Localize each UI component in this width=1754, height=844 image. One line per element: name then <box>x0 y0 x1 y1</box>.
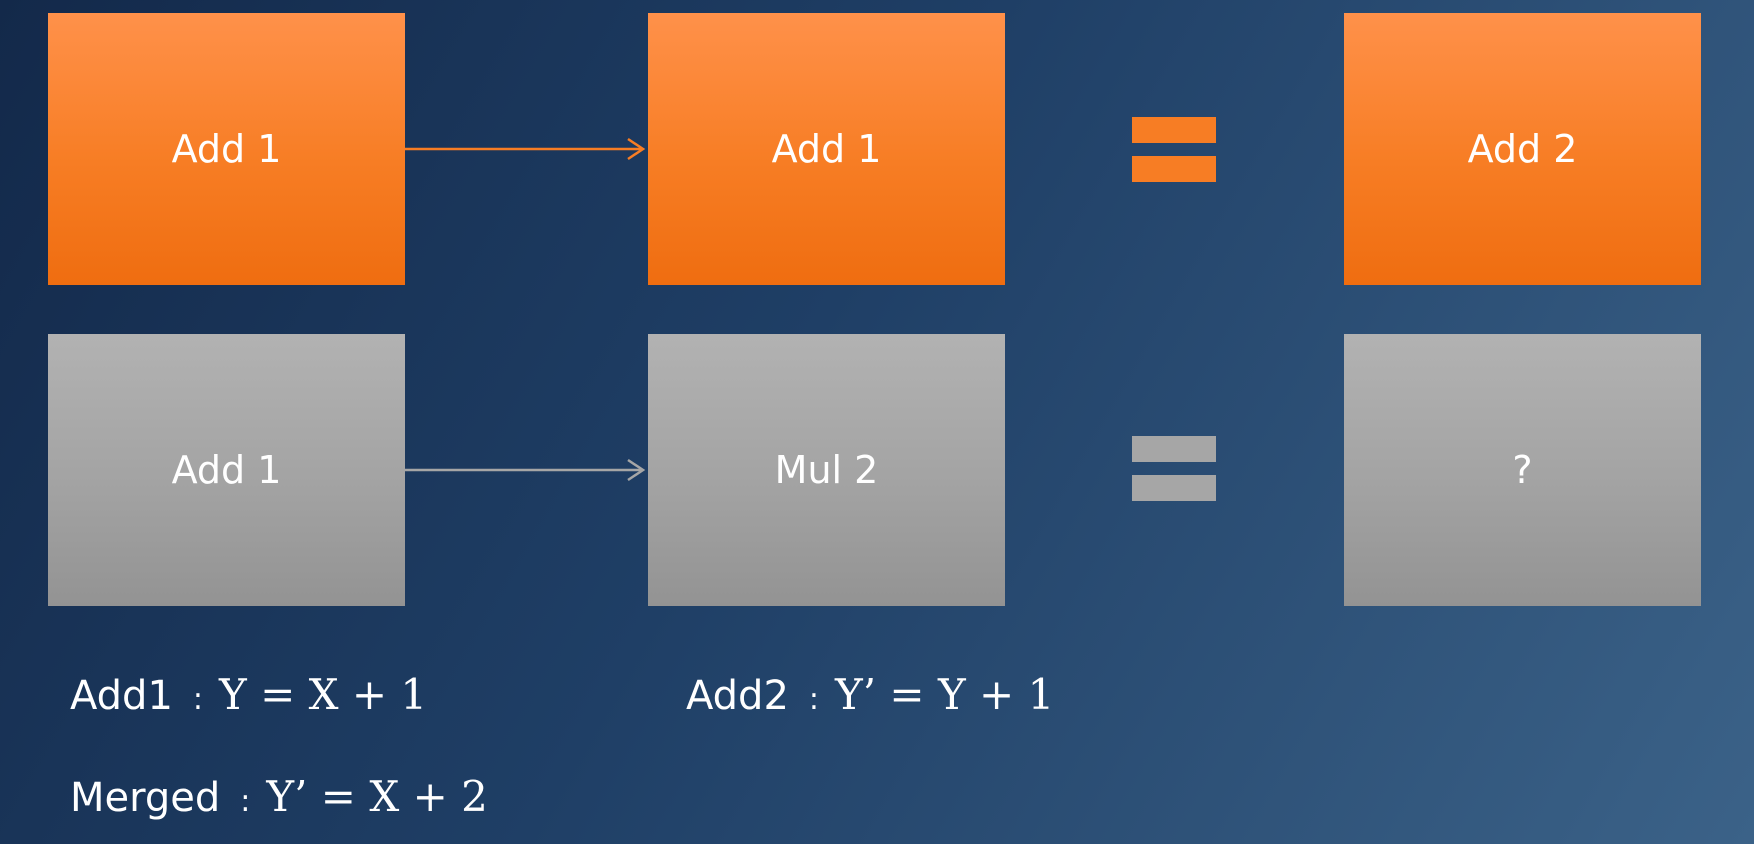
formula-add1-label: Add1 <box>70 673 173 719</box>
top-second-op-box: Add 1 <box>648 13 1005 285</box>
bottom-first-op-label: Add 1 <box>171 448 282 492</box>
formula-add1-separator: : <box>192 682 203 717</box>
top-first-op-box: Add 1 <box>48 13 405 285</box>
bottom-first-op-box: Add 1 <box>48 334 405 606</box>
formula-add2-expression: Y’ = Y + 1 <box>835 670 1055 719</box>
bottom-result-box: ? <box>1344 334 1701 606</box>
top-result-label: Add 2 <box>1467 127 1578 171</box>
formula-add2-separator: : <box>808 682 819 717</box>
formula-add2-label: Add2 <box>686 673 789 719</box>
formula-merged-separator: : <box>240 784 251 819</box>
bottom-equals-bar-upper <box>1132 436 1216 462</box>
formula-add1-expression: Y = X + 1 <box>219 670 428 719</box>
bottom-equals-bar-lower <box>1132 475 1216 501</box>
formula-merged-label: Merged <box>70 775 221 821</box>
bottom-second-op-box: Mul 2 <box>648 334 1005 606</box>
top-first-op-label: Add 1 <box>171 127 282 171</box>
formula-merged: Merged : Y’ = X + 2 <box>70 772 488 821</box>
bottom-arrow <box>405 458 646 482</box>
formula-merged-expression: Y’ = X + 2 <box>266 772 488 821</box>
top-equals-bar-upper <box>1132 117 1216 143</box>
top-result-box: Add 2 <box>1344 13 1701 285</box>
top-arrow <box>405 137 646 161</box>
formula-add2: Add2 : Y’ = Y + 1 <box>686 670 1054 719</box>
bottom-second-op-label: Mul 2 <box>774 448 879 492</box>
top-second-op-label: Add 1 <box>771 127 882 171</box>
top-equals-bar-lower <box>1132 156 1216 182</box>
formula-add1: Add1 : Y = X + 1 <box>70 670 427 719</box>
bottom-result-label: ? <box>1512 448 1533 492</box>
